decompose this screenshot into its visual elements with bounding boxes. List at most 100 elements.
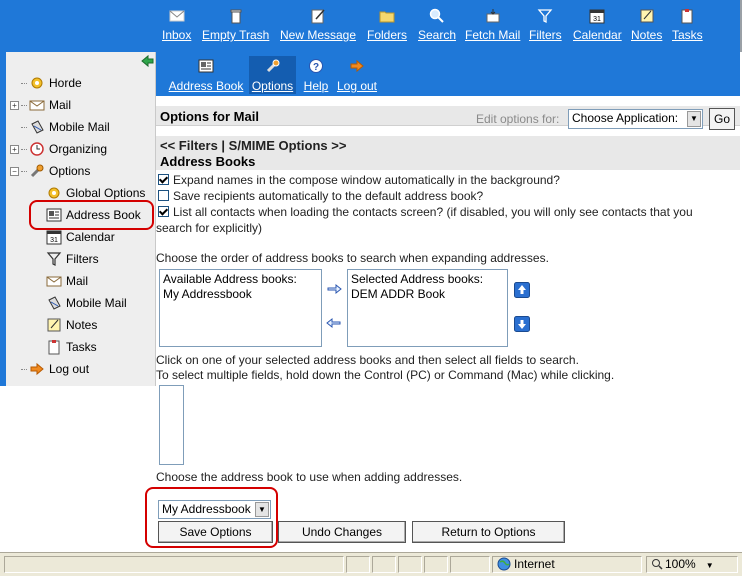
calendar-label: Calendar [573,28,622,42]
application-select-value: Choose Application: [572,111,679,125]
collapse-sidebar-icon[interactable] [140,54,154,68]
filters-label: Filters [529,28,562,42]
list-item[interactable]: My Addressbook [163,287,318,302]
mail-icon [29,100,45,111]
list-contacts-checkbox[interactable] [158,206,169,217]
folders-button[interactable]: Folders [367,8,407,42]
help-button[interactable]: ? Help [301,56,331,94]
sidebar-item-label: Global Options [66,186,146,200]
sidebar-item-organizing[interactable]: + Organizing [10,140,107,158]
sidebar-item-mail[interactable]: + Mail [10,96,71,114]
svg-text:?: ? [313,62,319,73]
sidebar-item-label: Mobile Mail [66,296,127,310]
sidebar-item-label: Calendar [66,230,115,244]
move-down-icon[interactable] [514,316,530,332]
zone-label: Internet [514,557,555,571]
edit-options-label: Edit options for: [476,112,560,126]
zoom-icon [652,559,663,570]
fetch-mail-button[interactable]: Fetch Mail [465,8,520,42]
logout-label: Log out [336,79,378,93]
page-title: Options for Mail [160,109,259,124]
sidebar-item-mobile-mail[interactable]: Mobile Mail [10,118,110,136]
notes-icon [640,9,654,23]
horde-icon [31,77,43,89]
sidebar-item-mobile-mail-options[interactable]: Mobile Mail [46,294,127,312]
status-cell [398,556,422,573]
save-recipients-option: Save recipients automatically to the def… [158,189,483,203]
highlight-ring [29,200,154,230]
search-icon [429,8,444,23]
sidebar-item-calendar[interactable]: 31 Calendar [46,228,115,246]
mobile-mail-icon [31,120,44,134]
sidebar-item-tasks[interactable]: Tasks [46,338,97,356]
tasks-icon [681,9,693,24]
status-text [4,556,344,573]
top-toolbar: Inbox Empty Trash New Message Folders Se… [0,0,742,52]
filters-button[interactable]: Filters [529,8,562,42]
calendar-button[interactable]: 31 Calendar [573,8,622,42]
options-toolbar: Address Book Options ? Help Log out [156,52,740,96]
chevron-down-icon: ▼ [705,561,714,570]
expand-names-checkbox[interactable] [158,174,169,185]
move-up-icon[interactable] [514,282,530,298]
expand-names-label: Expand names in the compose window autom… [173,173,560,187]
selected-header: Selected Address books: [351,272,484,286]
help-icon: ? [309,59,323,73]
undo-changes-button[interactable]: Undo Changes [278,521,406,543]
new-message-label: New Message [280,28,357,42]
new-message-button[interactable]: New Message [280,8,356,42]
calendar-icon: 31 [589,9,605,24]
notes-icon [47,318,61,332]
notes-button[interactable]: Notes [631,8,662,42]
status-cell [346,556,370,573]
highlight-ring [145,487,278,548]
status-bar: Internet 100% ▼ [0,552,742,576]
search-fields-list[interactable] [159,385,184,465]
mail-icon [46,276,62,287]
go-button[interactable]: Go [709,108,735,130]
expand-icon[interactable]: + [10,100,19,110]
collapse-icon[interactable]: − [10,166,19,176]
options-label: Options [251,79,294,93]
fetch-mail-icon [486,9,500,23]
trash-icon [230,9,242,24]
section-nav[interactable]: << Filters | S/MIME Options >> [160,138,346,153]
global-options-icon [48,187,60,199]
list-contacts-option: List all contacts when loading the conta… [158,205,693,219]
selected-address-books-list[interactable]: Selected Address books: DEM ADDR Book [347,269,508,347]
address-book-icon [198,59,214,73]
move-left-icon[interactable] [326,316,342,332]
section-header: << Filters | S/MIME Options >> Address B… [156,136,740,170]
save-recipients-checkbox[interactable] [158,190,169,201]
return-to-options-button[interactable]: Return to Options [412,521,565,543]
sidebar-item-horde[interactable]: Horde [10,74,82,92]
expand-icon[interactable]: + [10,144,19,154]
application-select[interactable]: Choose Application: ▼ [568,109,703,129]
sidebar-item-mail-options[interactable]: Mail [46,272,88,290]
zoom-control[interactable]: 100% ▼ [646,556,738,573]
options-button[interactable]: Options [249,56,296,94]
tasks-button[interactable]: Tasks [672,8,703,42]
sidebar-item-options[interactable]: − Options [10,162,90,180]
status-cell [450,556,490,573]
search-button[interactable]: Search [418,8,456,42]
address-book-button[interactable]: Address Book [162,56,250,94]
sidebar-item-notes[interactable]: Notes [46,316,97,334]
tasks-icon [48,340,60,355]
options-icon [30,164,44,178]
tasks-label: Tasks [672,28,703,42]
sidebar-item-filters[interactable]: Filters [46,250,99,268]
available-address-books-list[interactable]: Available Address books: My Addressbook [159,269,322,347]
move-right-icon[interactable] [326,282,342,298]
logout-button[interactable]: Log out [335,56,379,94]
inbox-button[interactable]: Inbox [162,8,191,42]
expand-names-option: Expand names in the compose window autom… [158,173,560,187]
sidebar-item-logout[interactable]: Log out [10,360,89,378]
filter-icon [537,9,553,24]
empty-trash-button[interactable]: Empty Trash [202,8,269,42]
empty-trash-label: Empty Trash [202,28,270,42]
sidebar-item-label: Log out [49,362,90,376]
list-item[interactable]: DEM ADDR Book [351,287,504,302]
logout-icon [350,59,364,73]
adding-label: Choose the address book to use when addi… [156,470,463,484]
